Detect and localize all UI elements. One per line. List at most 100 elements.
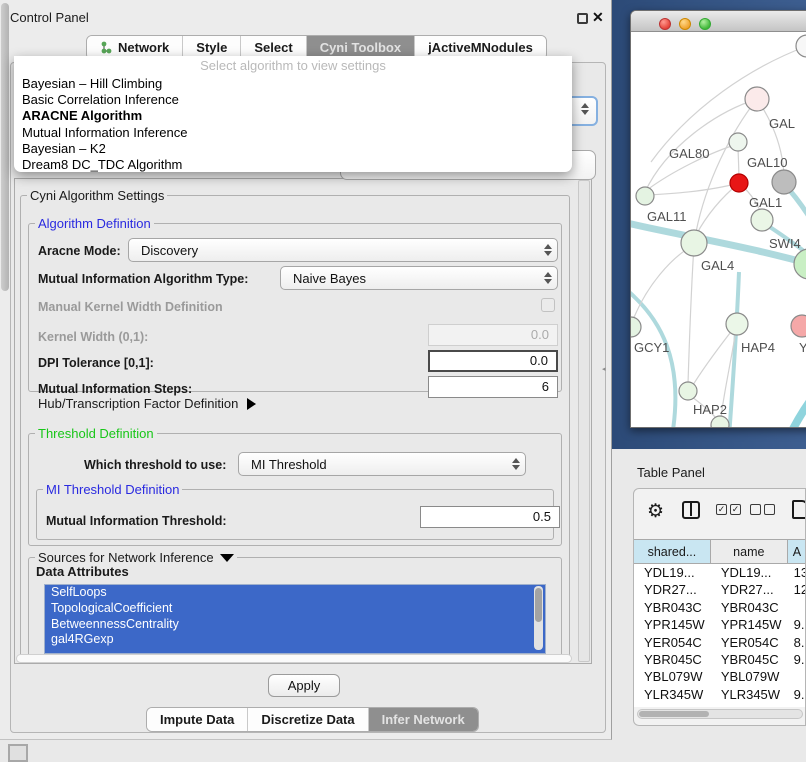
aracne-mode-label: Aracne Mode:	[38, 244, 121, 258]
network-node[interactable]	[751, 209, 773, 231]
deselect-all-columns-icon[interactable]	[750, 504, 775, 515]
table-cell: 8.	[788, 634, 806, 651]
tab-impute-data[interactable]: Impute Data	[147, 708, 247, 731]
tab-infer-network[interactable]: Infer Network	[368, 708, 478, 731]
table-cell	[788, 668, 806, 685]
network-node[interactable]	[679, 382, 697, 400]
network-node[interactable]	[772, 170, 796, 194]
table-cell: YLR345W	[634, 686, 711, 703]
table-row[interactable]: YDR27...YDR27...12	[634, 581, 806, 598]
data-attributes-label: Data Attributes	[36, 564, 129, 579]
table-row[interactable]: YBR045CYBR045C9.	[634, 651, 806, 668]
scrollbar-thumb[interactable]	[1, 3, 9, 291]
algorithm-option[interactable]: Dream8 DC_TDC Algorithm	[14, 157, 572, 173]
group-title: Cyni Algorithm Settings	[27, 188, 167, 203]
control-panel: Control Panel ✕ NetworkStyleSelectCyni T…	[0, 0, 612, 740]
network-node[interactable]	[730, 174, 748, 192]
algorithm-list: Bayesian – Hill ClimbingBasic Correlatio…	[14, 76, 572, 173]
network-node[interactable]	[796, 35, 806, 57]
table-horizontal-scrollbar[interactable]	[637, 709, 803, 719]
algorithm-option[interactable]: Basic Correlation Inference	[14, 92, 572, 108]
network-edge[interactable]	[633, 245, 694, 320]
table-row[interactable]: YPR145WYPR145W9.	[634, 616, 806, 633]
network-edge[interactable]	[647, 183, 739, 195]
zoom-traffic-light-icon[interactable]	[699, 18, 711, 30]
table-cell: YBR045C	[634, 651, 711, 668]
table-row[interactable]: YIL052CYIL052C9	[634, 703, 806, 707]
network-node[interactable]	[791, 315, 806, 337]
selected-value: Discovery	[129, 243, 539, 258]
network-view-window[interactable]: GAL80GAL10GALGAL11GAL1SWI4GAL4GCY1HAP4YH…	[630, 10, 806, 428]
tab-discretize-data[interactable]: Discretize Data	[247, 708, 367, 731]
tab-label: Infer Network	[382, 712, 465, 727]
data-attributes-list[interactable]: SelfLoopsTopologicalCoefficientBetweenne…	[44, 584, 546, 654]
column-header[interactable]: name	[711, 540, 788, 563]
table-row[interactable]: YBL079WYBL079W	[634, 668, 806, 685]
attribute-item[interactable]: TopologicalCoefficient	[45, 601, 545, 617]
table-row[interactable]: YER054CYER054C8.	[634, 634, 806, 651]
node-label: GAL80	[669, 146, 709, 161]
splitter-handle[interactable]: ◂	[602, 366, 607, 373]
collapse-arrow-icon[interactable]	[220, 554, 234, 562]
table-row[interactable]: YLR345WYLR345W9.	[634, 686, 806, 703]
table-row[interactable]: YBR043CYBR043C	[634, 599, 806, 616]
kernel-width-field[interactable]: 0.0	[428, 324, 558, 346]
network-edge[interactable]	[729, 272, 739, 428]
network-node[interactable]	[636, 187, 654, 205]
network-icon	[100, 41, 113, 54]
manual-kernel-checkbox[interactable]	[541, 298, 555, 312]
network-edge[interactable]	[789, 347, 806, 428]
network-node[interactable]	[794, 249, 806, 279]
network-node[interactable]	[711, 416, 729, 428]
network-edge[interactable]	[651, 46, 806, 162]
column-header[interactable]: shared...	[634, 540, 711, 563]
algorithm-option[interactable]: Bayesian – K2	[14, 141, 572, 157]
algorithm-option[interactable]: Bayesian – Hill Climbing	[14, 76, 572, 92]
list-scrollbar-thumb[interactable]	[535, 588, 542, 622]
dpi-tolerance-field[interactable]: 0.0	[428, 350, 558, 372]
network-canvas[interactable]: GAL80GAL10GALGAL11GAL1SWI4GAL4GCY1HAP4YH…	[631, 32, 806, 428]
algorithm-option[interactable]: ARACNE Algorithm	[14, 108, 572, 124]
network-node[interactable]	[745, 87, 769, 111]
mi-threshold-field[interactable]: 0.5	[420, 506, 560, 528]
table-row[interactable]: YDL19...YDL19...13	[634, 564, 806, 581]
table-panel-title: Table Panel	[637, 465, 705, 480]
tab-label: Discretize Data	[261, 712, 354, 727]
select-all-columns-icon[interactable]: ✓✓	[716, 504, 741, 515]
table-cell: YLR345W	[711, 686, 788, 703]
hub-definition-expander[interactable]: Hub/Transcription Factor Definition	[38, 396, 256, 411]
selected-value: MI Threshold	[239, 457, 507, 472]
column-header[interactable]: A	[788, 540, 806, 563]
float-window-icon[interactable]	[577, 13, 588, 24]
panel-dock-icon[interactable]	[8, 744, 28, 762]
network-edge[interactable]	[688, 245, 694, 384]
network-edge[interactable]	[696, 183, 739, 235]
apply-button[interactable]: Apply	[268, 674, 340, 697]
attribute-item[interactable]: gal4RGexp	[45, 632, 545, 648]
table-cell: YIL052C	[711, 703, 788, 707]
which-threshold-select[interactable]: MI Threshold	[238, 452, 526, 476]
columns-icon[interactable]	[682, 501, 700, 519]
mi-steps-field[interactable]: 6	[428, 376, 558, 398]
close-traffic-light-icon[interactable]	[659, 18, 671, 30]
window-titlebar[interactable]	[631, 11, 806, 32]
horizontal-scrollbar[interactable]	[16, 654, 572, 663]
network-node[interactable]	[681, 230, 707, 256]
algorithm-option[interactable]: Mutual Information Inference	[14, 125, 572, 141]
aracne-mode-select[interactable]: Discovery	[128, 238, 558, 262]
close-icon[interactable]: ✕	[592, 9, 604, 26]
stepper-icon	[507, 458, 525, 470]
table-cell: YBL079W	[634, 668, 711, 685]
network-node[interactable]	[729, 133, 747, 151]
vertical-scrollbar[interactable]	[578, 180, 590, 662]
minimize-traffic-light-icon[interactable]	[679, 18, 691, 30]
tab-label: Network	[118, 40, 169, 55]
table-scrollbar-thumb[interactable]	[639, 711, 709, 717]
attribute-item[interactable]: BetweennessCentrality	[45, 617, 545, 633]
network-node[interactable]	[631, 317, 641, 337]
attribute-item[interactable]: SelfLoops	[45, 585, 545, 601]
gear-icon[interactable]: ⚙	[647, 500, 664, 523]
export-table-icon[interactable]	[792, 500, 806, 519]
network-node[interactable]	[726, 313, 748, 335]
mi-type-select[interactable]: Naive Bayes	[280, 266, 558, 290]
